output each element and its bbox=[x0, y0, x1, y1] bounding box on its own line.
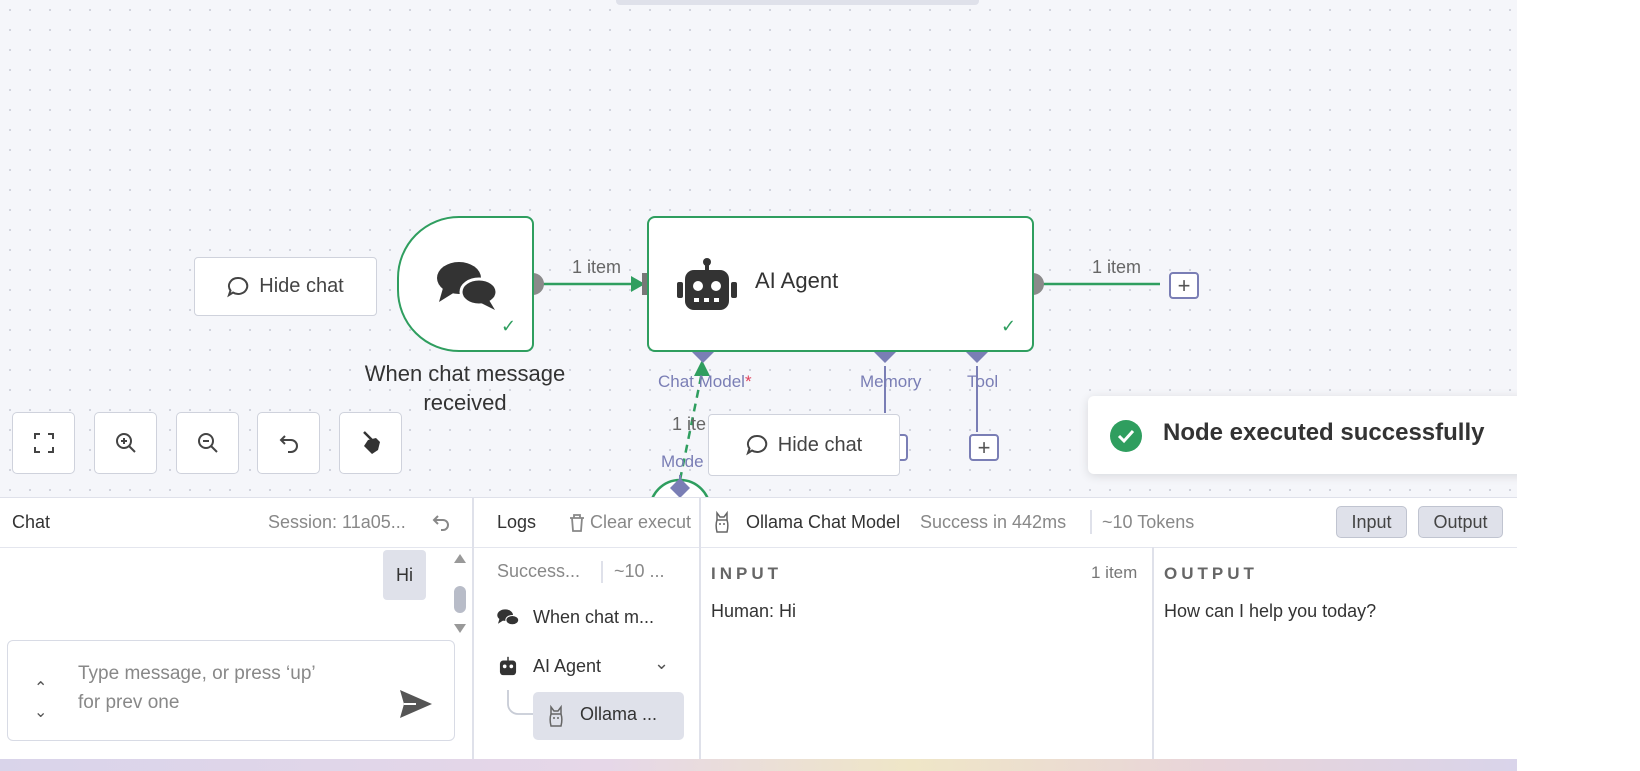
chat-bubble-icon bbox=[227, 276, 249, 297]
log-tree-label: AI Agent bbox=[533, 656, 602, 676]
tool-port-label: Tool bbox=[967, 372, 999, 391]
log-tree-label: When chat m... bbox=[533, 607, 655, 627]
divider bbox=[472, 497, 474, 762]
input-toggle-button[interactable]: Input bbox=[1336, 506, 1407, 538]
undo-icon bbox=[279, 435, 298, 453]
input-section-title: INPUT bbox=[711, 564, 782, 583]
robot-icon bbox=[677, 258, 737, 310]
robot-icon bbox=[499, 656, 517, 676]
tidy-up-button[interactable] bbox=[339, 412, 402, 474]
divider bbox=[1152, 547, 1154, 762]
hide-chat-label: Hide chat bbox=[259, 275, 344, 297]
success-toast: Node executed successfully bbox=[1088, 396, 1517, 474]
llama-icon bbox=[549, 704, 563, 727]
divider bbox=[699, 497, 701, 762]
output-content: How can I help you today? bbox=[1164, 601, 1377, 621]
llama-icon bbox=[715, 510, 729, 533]
broom-icon bbox=[362, 431, 380, 454]
clear-execution-label: Clear execut bbox=[590, 512, 692, 532]
scroll-down-arrow[interactable] bbox=[454, 624, 466, 633]
edge-label-items: 1 item bbox=[572, 257, 622, 277]
divider bbox=[1090, 510, 1092, 534]
fullscreen-icon bbox=[33, 433, 54, 453]
workflow-canvas[interactable]: ✓ When chat message received ✓ AI Agent … bbox=[0, 0, 1517, 497]
chat-bubble-icon bbox=[745, 434, 767, 456]
success-check-icon: ✓ bbox=[501, 316, 517, 336]
history-down-icon[interactable]: ⌄ bbox=[34, 702, 47, 722]
chat-scrollbar-thumb[interactable] bbox=[454, 586, 466, 613]
edge-label-items: 1 item bbox=[1092, 257, 1142, 277]
taskbar-strip bbox=[0, 759, 1517, 771]
clear-execution-button[interactable]: Clear execut bbox=[566, 510, 699, 536]
chevron-down-icon[interactable]: ⌄ bbox=[654, 653, 669, 674]
hide-chat-button-secondary[interactable]: Hide chat bbox=[708, 414, 900, 476]
add-node-plus-button[interactable]: + bbox=[1169, 272, 1199, 299]
hide-chat-label: Hide chat bbox=[777, 433, 863, 456]
input-content: Human: Hi bbox=[711, 601, 797, 621]
success-check-circle-icon bbox=[1110, 420, 1142, 452]
history-up-icon[interactable]: ⌃ bbox=[34, 678, 47, 698]
trigger-node[interactable]: ✓ bbox=[397, 216, 534, 352]
user-message-bubble: Hi bbox=[383, 550, 426, 600]
input-item-count: 1 item bbox=[1091, 563, 1138, 582]
chat-input-placeholder: Type message, or press ‘up’ bbox=[78, 663, 316, 684]
divider bbox=[601, 561, 603, 583]
hide-chat-button[interactable]: Hide chat bbox=[194, 257, 377, 316]
zoom-out-button[interactable] bbox=[176, 412, 239, 474]
ai-agent-node[interactable]: ✓ bbox=[647, 216, 1034, 352]
chat-input-placeholder: for prev one bbox=[78, 692, 180, 713]
blank-area bbox=[1517, 0, 1640, 771]
add-tool-plus-button[interactable]: + bbox=[969, 434, 999, 461]
log-tree-label: Ollama ... bbox=[580, 704, 658, 724]
detail-node-name: Ollama Chat Model bbox=[746, 512, 901, 532]
output-toggle-button[interactable]: Output bbox=[1418, 506, 1503, 538]
logs-title: Logs bbox=[497, 512, 537, 532]
chat-bubbles-icon bbox=[437, 262, 499, 310]
model-port-label: Mode bbox=[661, 452, 704, 471]
chat-message-input[interactable] bbox=[7, 640, 455, 741]
edge-label-items: 1 ite bbox=[672, 414, 707, 434]
output-section-title: OUTPUT bbox=[1164, 564, 1258, 583]
tree-connector bbox=[507, 690, 535, 715]
send-icon[interactable] bbox=[398, 688, 434, 720]
success-check-icon: ✓ bbox=[1001, 316, 1017, 336]
trash-icon bbox=[570, 514, 584, 532]
ai-agent-title: AI Agent bbox=[755, 268, 839, 293]
trigger-node-label: When chat message received bbox=[364, 361, 566, 415]
toast-message: Node executed successfully bbox=[1163, 419, 1485, 446]
session-id: Session: 11a05... bbox=[268, 512, 406, 532]
memory-port-label: Memory bbox=[860, 372, 922, 391]
detail-tokens: ~10 Tokens bbox=[1102, 512, 1195, 532]
reset-zoom-button[interactable] bbox=[257, 412, 320, 474]
chat-title: Chat bbox=[12, 512, 51, 532]
zoom-in-button[interactable] bbox=[94, 412, 157, 474]
fit-view-button[interactable] bbox=[12, 412, 75, 474]
zoom-out-icon bbox=[197, 433, 218, 453]
zoom-in-icon bbox=[115, 433, 136, 453]
chat-bubbles-icon bbox=[497, 609, 520, 626]
chat-model-port-label: Chat Model* bbox=[658, 372, 752, 391]
reset-session-icon[interactable] bbox=[431, 512, 451, 532]
log-summary-tokens: ~10 ... bbox=[614, 561, 665, 581]
scroll-up-arrow[interactable] bbox=[454, 554, 466, 563]
log-summary-status: Success... bbox=[497, 561, 581, 581]
detail-status: Success in 442ms bbox=[920, 512, 1067, 532]
